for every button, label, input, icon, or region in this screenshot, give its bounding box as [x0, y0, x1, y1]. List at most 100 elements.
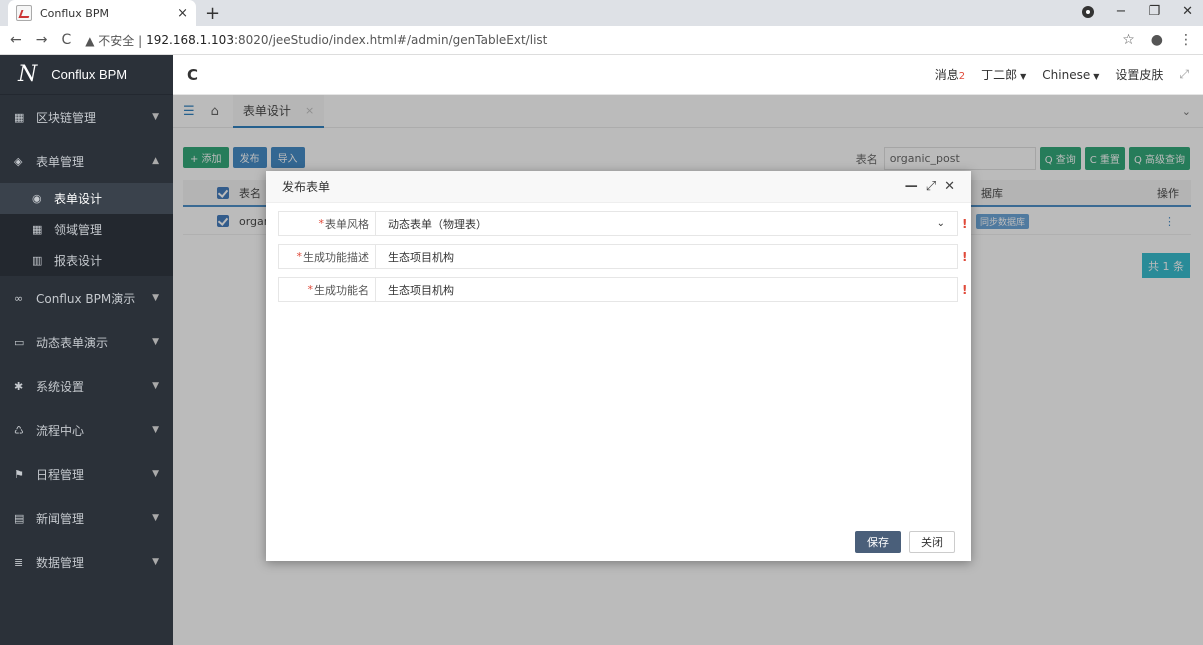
address-bar: ← → C ▲ 不安全 | 192.168.1.103 :8020/jeeStu…: [0, 26, 1203, 55]
news-icon: ▤: [14, 511, 25, 525]
top-header: C 消息2 丁二郎 ▼ Chinese ▼ 设置皮肤 ⤢: [173, 55, 1203, 95]
close-icon[interactable]: ✕: [944, 179, 955, 194]
validation-error-icon: !: [962, 282, 968, 297]
new-tab-icon[interactable]: +: [205, 3, 220, 24]
maximize-icon[interactable]: ⤢: [926, 179, 936, 194]
sidebar-item-system-settings[interactable]: ✱ 系统设置 ▼: [0, 364, 173, 408]
grid-icon: ▦: [14, 110, 25, 124]
chevron-down-icon: ⌄: [936, 218, 945, 229]
bookmark-star-icon[interactable]: ☆: [1122, 32, 1135, 48]
sidebar-subitem-label: 表单设计: [54, 192, 103, 206]
field-value: 动态表单（物理表）: [388, 217, 487, 231]
function-name-label: * 生成功能名: [278, 277, 376, 302]
refresh-icon[interactable]: C: [187, 66, 198, 84]
sidebar-subitem-form-design[interactable]: ◉ 表单设计: [0, 183, 173, 214]
field-label: 表单风格: [325, 217, 369, 231]
validation-error-icon: !: [962, 216, 968, 231]
logo-text: Conflux BPM: [51, 67, 128, 82]
close-window-icon[interactable]: ✕: [1182, 4, 1193, 19]
flag-icon: ⚑: [14, 467, 24, 481]
function-desc-input[interactable]: 生态项目机构: [376, 244, 958, 269]
logo[interactable]: N Conflux BPM: [0, 55, 173, 95]
sidebar-item-news[interactable]: ▤ 新闻管理 ▼: [0, 496, 173, 540]
form-style-label: * 表单风格: [278, 211, 376, 236]
field-label: 生成功能描述: [303, 250, 369, 264]
field-label: 生成功能名: [314, 283, 369, 297]
url-path: :8020/jeeStudio/index.html#/admin/genTab…: [233, 33, 548, 47]
url-field[interactable]: ▲ 不安全 | 192.168.1.103 :8020/jeeStudio/in…: [85, 32, 1122, 49]
chevron-up-icon: ▲: [152, 156, 159, 166]
favicon-icon: [16, 5, 32, 21]
required-mark: *: [307, 283, 314, 296]
grid-icon: ▦: [32, 223, 43, 236]
recycle-icon: ♺: [14, 423, 24, 437]
close-button[interactable]: 关闭: [909, 531, 955, 553]
user-name: 丁二郎: [981, 68, 1018, 82]
sidebar-item-form-management[interactable]: ◈ 表单管理 ▲: [0, 139, 173, 183]
fullscreen-icon[interactable]: ⤢: [1179, 67, 1189, 82]
target-icon: ◉: [32, 192, 42, 205]
back-icon[interactable]: ←: [10, 32, 22, 48]
sidebar-item-label: 区块链管理: [36, 110, 97, 125]
chevron-down-icon: ▼: [152, 557, 159, 567]
sidebar-item-label: 新闻管理: [36, 511, 85, 526]
submenu-form-management: ◉ 表单设计 ▦ 领域管理 ▥ 报表设计: [0, 183, 173, 276]
user-menu[interactable]: 丁二郎 ▼: [981, 66, 1026, 83]
sidebar-item-data[interactable]: ≣ 数据管理 ▼: [0, 540, 173, 584]
chevron-down-icon: ▼: [152, 293, 159, 303]
chevron-down-icon: ▼: [152, 513, 159, 523]
sidebar-item-schedule[interactable]: ⚑ 日程管理 ▼: [0, 452, 173, 496]
sidebar-item-dynamic-form-demo[interactable]: ▭ 动态表单演示 ▼: [0, 320, 173, 364]
profile-icon[interactable]: ●: [1151, 32, 1163, 48]
sidebar-item-blockchain[interactable]: ▦ 区块链管理 ▼: [0, 95, 173, 139]
required-mark: *: [318, 217, 325, 230]
url-host: 192.168.1.103: [146, 33, 234, 47]
sidebar-item-label: 表单管理: [36, 154, 85, 169]
sidebar: N Conflux BPM ▦ 区块链管理 ▼ ◈ 表单管理 ▲ ◉ 表单设计 …: [0, 55, 173, 645]
maximize-icon[interactable]: ❐: [1148, 4, 1160, 19]
gear-icon: ✱: [14, 379, 24, 393]
save-button[interactable]: 保存: [855, 531, 901, 553]
form-row-name: * 生成功能名 生态项目机构 !: [278, 277, 967, 302]
form-row-description: * 生成功能描述 生态项目机构 !: [278, 244, 967, 269]
chevron-down-icon: ▼: [152, 425, 159, 435]
infinity-icon: ∞: [14, 291, 24, 305]
chevron-down-icon: ▼: [152, 112, 159, 122]
logo-icon: N: [18, 62, 38, 87]
form-style-select[interactable]: 动态表单（物理表） ⌄: [376, 211, 958, 236]
sidebar-item-label: 系统设置: [36, 379, 85, 394]
menu-kebab-icon[interactable]: ⋮: [1179, 32, 1193, 48]
close-tab-icon[interactable]: ×: [177, 6, 188, 21]
profile-record-icon[interactable]: [1081, 5, 1094, 18]
window-controls: − ❐ ✕: [1081, 4, 1193, 19]
forward-icon[interactable]: →: [36, 32, 48, 48]
security-warning[interactable]: ▲ 不安全 |: [85, 32, 142, 49]
messages-link[interactable]: 消息2: [935, 66, 965, 83]
minimize-icon[interactable]: —: [905, 179, 918, 194]
sidebar-item-label: 日程管理: [36, 467, 85, 482]
dialog-header: 发布表单 — ⤢ ✕: [266, 171, 971, 203]
dialog-footer: 保存 关闭: [855, 531, 955, 553]
reload-icon[interactable]: C: [61, 32, 71, 48]
chevron-down-icon: ▼: [152, 337, 159, 347]
sidebar-item-label: Conflux BPM演示: [36, 291, 136, 306]
language-label: Chinese: [1042, 67, 1091, 82]
sidebar-subitem-label: 领域管理: [54, 223, 103, 237]
browser-tab-title: Conflux BPM: [40, 6, 109, 20]
function-desc-label: * 生成功能描述: [278, 244, 376, 269]
browser-tab[interactable]: Conflux BPM ×: [8, 0, 196, 26]
browser-tab-bar: Conflux BPM × + − ❐ ✕: [0, 0, 1203, 26]
sidebar-subitem-domain[interactable]: ▦ 领域管理: [0, 214, 173, 245]
minimize-icon[interactable]: −: [1116, 4, 1127, 19]
sidebar-item-label: 数据管理: [36, 555, 85, 570]
function-name-input[interactable]: 生态项目机构: [376, 277, 958, 302]
skin-settings-link[interactable]: 设置皮肤: [1115, 66, 1163, 83]
sidebar-item-bpm-demo[interactable]: ∞ Conflux BPM演示 ▼: [0, 276, 173, 320]
monitor-icon: ▭: [14, 335, 25, 349]
sidebar-subitem-report[interactable]: ▥ 报表设计: [0, 245, 173, 276]
messages-count-badge: 2: [958, 71, 966, 82]
language-menu[interactable]: Chinese ▼: [1042, 68, 1099, 82]
bar-chart-icon: ▥: [32, 254, 43, 267]
sidebar-item-process-center[interactable]: ♺ 流程中心 ▼: [0, 408, 173, 452]
publish-form-dialog: 发布表单 — ⤢ ✕ * 表单风格 动态表单（物理表） ⌄ ! * 生成功能描述 生态…: [266, 171, 971, 561]
